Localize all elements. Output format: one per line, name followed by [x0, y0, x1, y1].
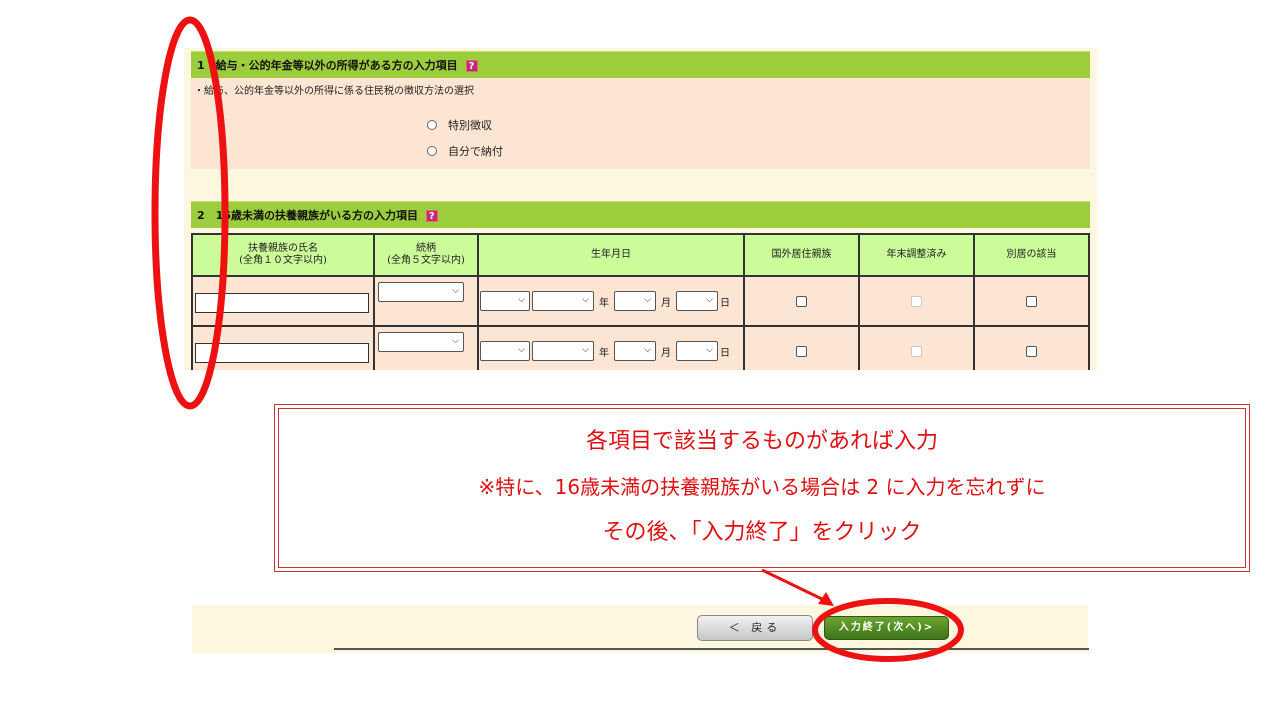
radio-icon[interactable] [427, 146, 437, 156]
dependent-name-input[interactable] [195, 293, 369, 313]
col-birthdate: 生年月日 [477, 233, 745, 277]
chevron-down-icon: ⌵ [706, 295, 713, 305]
back-button[interactable]: ＜ 戻る [697, 615, 813, 641]
help-icon[interactable]: ? [425, 210, 438, 222]
overseas-cell [743, 325, 860, 370]
day-label: 日 [720, 347, 730, 359]
separate-cell [973, 325, 1090, 370]
era-select[interactable]: ⌵ [480, 341, 530, 361]
finish-input-next-button[interactable]: 入力終了(次へ)> [824, 616, 949, 640]
dependent-name-input[interactable] [195, 343, 369, 363]
col-name-label: 扶養親族の氏名 [248, 243, 318, 254]
era-select[interactable]: ⌵ [480, 291, 530, 311]
birthdate-cell: ⌵ ⌵ 年 ⌵ 月 ⌵ 日 [477, 325, 745, 370]
col-year-end: 年末調整済み [858, 233, 975, 277]
instruction-callout: 各項目で該当するものがあれば入力 ※特に、16歳未満の扶養親族がいる場合は 2 … [274, 404, 1250, 572]
col-relation: 続柄 (全角５文字以内) [373, 233, 479, 277]
radio-label: 特別徴収 [448, 119, 492, 132]
month-select[interactable]: ⌵ [614, 341, 656, 361]
callout-line-3: その後、「入力終了」をクリック [602, 520, 922, 545]
chevron-down-icon: ⌵ [452, 286, 459, 296]
table-row: ⌵ ⌵ ⌵ 年 ⌵ 月 ⌵ 日 [191, 275, 1090, 327]
overseas-checkbox[interactable] [796, 345, 807, 357]
year-select[interactable]: ⌵ [532, 341, 594, 361]
form-panel: 1 給与・公的年金等以外の所得がある方の入力項目 ? ・給与、公的年金等以外の所… [184, 48, 1097, 370]
separate-checkbox[interactable] [1026, 345, 1037, 357]
section1-title: 1 給与・公的年金等以外の所得がある方の入力項目 [197, 59, 458, 72]
chevron-down-icon: ⌵ [644, 295, 651, 305]
birthdate-fields: ⌵ ⌵ 年 ⌵ 月 ⌵ 日 [479, 291, 743, 311]
birthdate-cell: ⌵ ⌵ 年 ⌵ 月 ⌵ 日 [477, 275, 745, 327]
col-name-note: (全角１０文字以内) [239, 255, 327, 266]
callout-line-2: ※特に、16歳未満の扶養親族がいる場合は 2 に入力を忘れずに [478, 475, 1046, 499]
arrow-line [761, 568, 825, 602]
help-icon[interactable]: ? [465, 60, 478, 72]
separate-cell [973, 275, 1090, 327]
collection-method-label: ・給与、公的年金等以外の所得に係る住民税の徴収方法の選択 [194, 86, 474, 97]
relation-select[interactable]: ⌵ [378, 332, 464, 352]
chevron-down-icon: ⌵ [518, 345, 525, 355]
year-end-checkbox [911, 295, 922, 307]
col-separate: 別居の該当 [973, 233, 1090, 277]
overseas-checkbox[interactable] [796, 295, 807, 307]
col-relation-label: 続柄 [416, 243, 436, 254]
relation-cell: ⌵ [373, 275, 479, 327]
overseas-cell [743, 275, 860, 327]
day-select[interactable]: ⌵ [676, 341, 718, 361]
chevron-down-icon: ⌵ [582, 295, 589, 305]
callout-line-1: 各項目で該当するものがあれば入力 [585, 429, 938, 454]
col-overseas: 国外居住親族 [743, 233, 860, 277]
col-relation-note: (全角５文字以内) [387, 255, 465, 266]
year-end-cell [858, 275, 975, 327]
chevron-down-icon: ⌵ [644, 345, 651, 355]
section2-header: 2 16歳未満の扶養親族がいる方の入力項目 ? [191, 201, 1090, 228]
year-end-cell [858, 325, 975, 370]
day-label: 日 [720, 297, 730, 309]
birthdate-fields: ⌵ ⌵ 年 ⌵ 月 ⌵ 日 [479, 341, 743, 361]
month-label: 月 [661, 347, 671, 359]
year-label: 年 [599, 347, 609, 359]
radio-special-collection[interactable]: 特別徴収 [427, 117, 492, 133]
col-name: 扶養親族の氏名 (全角１０文字以内) [191, 233, 375, 277]
dependents-table: 扶養親族の氏名 (全角１０文字以内) 続柄 (全角５文字以内) 生年月日 国外居… [191, 233, 1090, 370]
chevron-down-icon: ⌵ [452, 336, 459, 346]
month-select[interactable]: ⌵ [614, 291, 656, 311]
year-select[interactable]: ⌵ [532, 291, 594, 311]
relation-cell: ⌵ [373, 325, 479, 370]
year-end-checkbox [911, 345, 922, 357]
radio-self-payment[interactable]: 自分で納付 [427, 143, 503, 159]
footer-divider [334, 648, 1089, 650]
separate-checkbox[interactable] [1026, 295, 1037, 307]
month-label: 月 [661, 297, 671, 309]
relation-select[interactable]: ⌵ [378, 282, 464, 302]
year-label: 年 [599, 297, 609, 309]
section2-title: 2 16歳未満の扶養親族がいる方の入力項目 [197, 209, 418, 222]
name-cell [191, 275, 375, 327]
chevron-down-icon: ⌵ [706, 345, 713, 355]
footer-bar [192, 605, 1088, 653]
radio-icon[interactable] [427, 120, 437, 130]
radio-label: 自分で納付 [448, 145, 503, 158]
name-cell [191, 325, 375, 370]
table-header-row: 扶養親族の氏名 (全角１０文字以内) 続柄 (全角５文字以内) 生年月日 国外居… [191, 233, 1090, 277]
section1-body: ・給与、公的年金等以外の所得に係る住民税の徴収方法の選択 特別徴収 自分で納付 [191, 78, 1090, 169]
section1-header: 1 給与・公的年金等以外の所得がある方の入力項目 ? [191, 51, 1090, 78]
table-row: ⌵ ⌵ ⌵ 年 ⌵ 月 ⌵ 日 [191, 325, 1090, 370]
chevron-down-icon: ⌵ [582, 345, 589, 355]
chevron-down-icon: ⌵ [518, 295, 525, 305]
arrow-head-icon [818, 592, 834, 606]
day-select[interactable]: ⌵ [676, 291, 718, 311]
